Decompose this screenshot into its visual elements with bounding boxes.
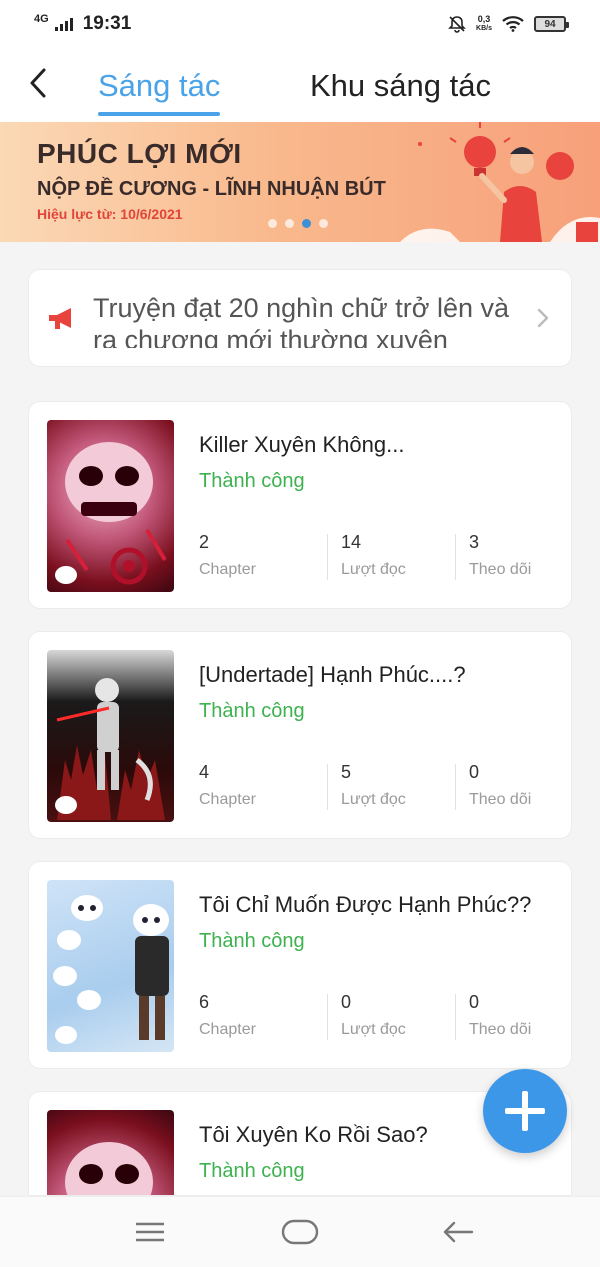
stat-label: Chapter xyxy=(199,1021,256,1038)
wifi-icon xyxy=(502,16,524,32)
stat-chapter: 4 Chapter xyxy=(199,762,327,809)
stat-label: Lượt đọc xyxy=(341,791,406,808)
story-stats: 6 Chapter 0 Lượt đọc 0 Theo dõi xyxy=(199,992,571,1040)
stat-followers: 3 Theo dõi xyxy=(455,532,571,580)
story-status: Thành công xyxy=(199,1160,305,1182)
stat-label: Lượt đọc xyxy=(341,1021,406,1038)
stat-label: Chapter xyxy=(199,561,256,578)
banner-date: Hiệu lực từ: 10/6/2021 xyxy=(37,206,183,222)
story-status: Thành công xyxy=(199,700,305,722)
comment-bubble-icon xyxy=(55,566,77,584)
mute-bell-icon xyxy=(448,16,466,33)
carousel-dot[interactable] xyxy=(268,219,277,228)
story-stats: 2 Chapter 14 Lượt đọc 3 Theo dõi xyxy=(199,532,571,580)
stat-label: Theo dõi xyxy=(469,1021,532,1038)
story-card[interactable]: Tôi Chỉ Muốn Được Hạnh Phúc?? Thành công… xyxy=(28,861,572,1069)
stat-value: 3 xyxy=(469,532,480,552)
status-bar: 4G 19:31 0,3 KB/s 94 xyxy=(0,0,600,48)
stat-value: 4 xyxy=(199,762,210,782)
carousel-dot-active[interactable] xyxy=(302,219,311,228)
story-title: [Undertade] Hạnh Phúc....? xyxy=(199,662,466,687)
notice-text: Truyện đạt 20 nghìn chữ trở lên và ra ch… xyxy=(93,293,510,348)
stat-value: 0 xyxy=(341,992,352,1012)
story-title: Tôi Xuyên Ko Rồi Sao? xyxy=(199,1122,428,1147)
story-title: Killer Xuyên Không... xyxy=(199,432,405,457)
story-cover-image xyxy=(47,1110,174,1195)
stat-value: 0 xyxy=(469,992,480,1012)
stat-reads: 5 Lượt đọc xyxy=(327,762,455,810)
carousel-dot[interactable] xyxy=(285,219,294,228)
home-icon[interactable] xyxy=(280,1217,320,1247)
network-speed: 0,3 KB/s xyxy=(476,15,492,33)
story-stats: 4 Chapter 5 Lượt đọc 0 Theo dõi xyxy=(199,762,571,810)
stat-value: 2 xyxy=(199,532,210,552)
battery-icon: 94 xyxy=(534,16,569,32)
stat-label: Lượt đọc xyxy=(341,561,406,578)
story-status: Thành công xyxy=(199,470,305,492)
promo-banner[interactable]: PHÚC LỢI MỚI NỘP ĐỀ CƯƠNG - LĨNH NHUẬN B… xyxy=(0,122,600,242)
story-card[interactable]: [Undertade] Hạnh Phúc....? Thành công 4 … xyxy=(28,631,572,839)
stat-reads: 0 Lượt đọc xyxy=(327,992,455,1040)
banner-subtitle: NỘP ĐỀ CƯƠNG - LĨNH NHUẬN BÚT xyxy=(37,178,386,200)
stat-reads: 14 Lượt đọc xyxy=(327,532,455,580)
comment-bubble-icon xyxy=(55,796,77,814)
banner-title: PHÚC LỢI MỚI xyxy=(37,138,242,169)
carousel-dot[interactable] xyxy=(319,219,328,228)
stat-chapter: 6 Chapter xyxy=(199,992,327,1039)
status-right: 0,3 KB/s 94 xyxy=(448,15,569,33)
story-title: Tôi Chỉ Muốn Được Hạnh Phúc?? xyxy=(199,892,532,917)
stat-chapter: 2 Chapter xyxy=(199,532,327,579)
stat-followers: 0 Theo dõi xyxy=(455,992,571,1040)
banner-illustration xyxy=(400,122,600,242)
network-speed-unit: KB/s xyxy=(476,25,492,32)
tab-sang-tac[interactable]: Sáng tác xyxy=(98,68,221,116)
signal-icon xyxy=(54,17,73,31)
clock: 19:31 xyxy=(82,13,132,34)
network-speed-value: 0,3 xyxy=(477,14,491,24)
add-story-button[interactable] xyxy=(483,1069,567,1153)
stat-label: Theo dõi xyxy=(469,561,532,578)
story-cover-image xyxy=(47,880,174,1052)
story-cover-image xyxy=(47,650,174,822)
stat-value: 6 xyxy=(199,992,210,1012)
carousel-dots xyxy=(268,219,328,228)
megaphone-icon xyxy=(49,308,71,329)
stat-followers: 0 Theo dõi xyxy=(455,762,571,810)
story-status: Thành công xyxy=(199,930,305,952)
tab-khu-sang-tac[interactable]: Khu sáng tác xyxy=(310,68,491,104)
top-header: Sáng tác Khu sáng tác xyxy=(0,48,600,122)
story-card[interactable]: Killer Xuyên Không... Thành công 2 Chapt… xyxy=(28,401,572,609)
story-cover-image xyxy=(47,420,174,592)
stat-value: 5 xyxy=(341,762,352,782)
network-type: 4G xyxy=(34,12,49,25)
chevron-right-icon xyxy=(537,308,549,328)
status-left: 4G 19:31 xyxy=(34,13,131,35)
cover-art xyxy=(65,1142,153,1195)
stat-value: 0 xyxy=(469,762,480,782)
stat-value: 14 xyxy=(341,532,362,552)
stat-label: Chapter xyxy=(199,791,256,808)
menu-icon[interactable] xyxy=(130,1217,170,1247)
back-arrow-icon[interactable] xyxy=(438,1217,478,1247)
notice-card[interactable]: Truyện đạt 20 nghìn chữ trở lên và ra ch… xyxy=(28,269,572,367)
stat-label: Theo dõi xyxy=(469,791,532,808)
back-chevron-icon[interactable] xyxy=(22,66,56,100)
system-nav-bar xyxy=(0,1196,600,1267)
comment-bubble-icon xyxy=(55,1026,77,1044)
